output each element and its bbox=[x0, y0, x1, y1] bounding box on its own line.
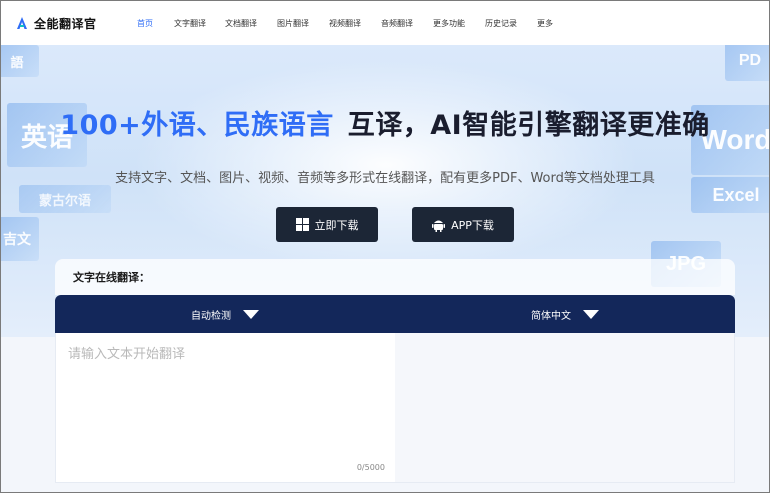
top-navbar: 全能翻译官 首页 文字翻译 文档翻译 图片翻译 视频翻译 音频翻译 更多功能 历… bbox=[1, 1, 769, 45]
target-language-label: 简体中文 bbox=[531, 310, 571, 322]
hero-title-rest: 互译，AI智能引擎翻译更准确 bbox=[347, 110, 710, 141]
deco-tile-text: 吉文 bbox=[1, 217, 39, 261]
nav-item-video-translate[interactable]: 视频翻译 bbox=[329, 1, 381, 45]
translation-output-panel bbox=[395, 333, 735, 483]
chevron-down-icon bbox=[583, 309, 599, 319]
target-language-select[interactable]: 简体中文 bbox=[395, 295, 735, 333]
nav-item-image-translate[interactable]: 图片翻译 bbox=[277, 1, 329, 45]
main-nav: 首页 文字翻译 文档翻译 图片翻译 视频翻译 音频翻译 更多功能 历史记录 更多 bbox=[137, 1, 567, 45]
char-counter: 0/5000 bbox=[356, 463, 385, 472]
source-text-panel: 0/5000 bbox=[55, 333, 395, 483]
brand-name: 全能翻译官 bbox=[34, 16, 97, 31]
source-language-select[interactable]: 自动检测 bbox=[55, 295, 395, 333]
nav-item-home[interactable]: 首页 bbox=[137, 1, 174, 45]
deco-tile-lang: 語 bbox=[1, 45, 39, 77]
source-language-label: 自动检测 bbox=[191, 310, 231, 322]
nav-item-history[interactable]: 历史记录 bbox=[485, 1, 537, 45]
deco-tile-mongolian: 蒙古尔语 bbox=[19, 185, 111, 213]
nav-item-doc-translate[interactable]: 文档翻译 bbox=[225, 1, 277, 45]
nav-item-audio-translate[interactable]: 音频翻译 bbox=[381, 1, 433, 45]
translator-section-label: 文字在线翻译： bbox=[55, 259, 735, 295]
nav-item-text-translate[interactable]: 文字翻译 bbox=[174, 1, 225, 45]
download-button-label: 立即下载 bbox=[314, 218, 359, 232]
app-download-button-label: APP下载 bbox=[451, 218, 494, 232]
deco-tile-pdf: PD bbox=[725, 45, 769, 81]
download-button[interactable]: 立即下载 bbox=[276, 207, 378, 242]
hero-title-highlight: 100+外语、民族语言 bbox=[60, 110, 334, 141]
android-icon bbox=[432, 220, 446, 232]
nav-item-more[interactable]: 更多 bbox=[537, 1, 567, 45]
hero-title: 100+外语、民族语言 互译，AI智能引擎翻译更准确 bbox=[1, 103, 769, 142]
hero-subtitle: 支持文字、文档、图片、视频、音频等多形式在线翻译，配有更多PDF、Word等文档… bbox=[115, 171, 655, 186]
source-text-input[interactable] bbox=[56, 333, 395, 453]
brand-logo[interactable]: 全能翻译官 bbox=[15, 15, 137, 32]
app-download-button[interactable]: APP下载 bbox=[412, 207, 514, 242]
chevron-down-icon bbox=[243, 309, 259, 319]
windows-icon bbox=[295, 218, 309, 231]
nav-item-more-features[interactable]: 更多功能 bbox=[433, 1, 485, 45]
logo-icon bbox=[17, 17, 27, 29]
language-bar: 自动检测 简体中文 bbox=[55, 295, 735, 333]
